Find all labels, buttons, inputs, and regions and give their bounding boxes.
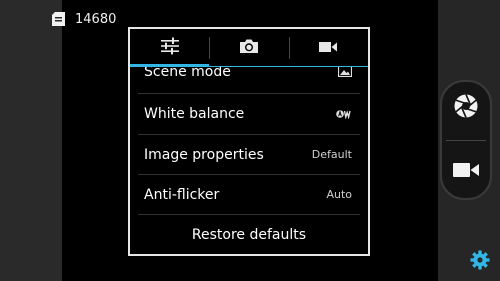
settings-tabs: [130, 29, 368, 67]
tab-general-settings[interactable]: [130, 29, 209, 67]
settings-dialog: Scene mode White balance Image propertie…: [128, 27, 370, 256]
tab-video-settings[interactable]: [288, 29, 368, 67]
setting-label: White balance: [144, 105, 245, 122]
remaining-shots-count: 14680: [75, 11, 117, 27]
restore-defaults-button[interactable]: Restore defaults: [130, 217, 368, 253]
video-record-icon: [452, 161, 480, 183]
setting-label: Anti-flicker: [144, 186, 220, 203]
setting-anti-flicker[interactable]: Anti-flicker Auto: [130, 175, 368, 214]
storage-indicator: 14680: [52, 10, 116, 28]
setting-label: Scene mode: [144, 67, 231, 80]
setting-image-properties[interactable]: Image properties Default: [130, 135, 368, 174]
sliders-icon: [160, 37, 180, 59]
left-bar: [0, 0, 62, 281]
sd-card-icon: [52, 12, 65, 26]
setting-white-balance[interactable]: White balance: [130, 94, 368, 133]
scene-landscape-icon: [337, 67, 353, 81]
setting-scene-mode[interactable]: Scene mode: [130, 67, 368, 91]
auto-white-balance-icon: [336, 104, 352, 123]
setting-value: Auto: [326, 188, 352, 201]
shutter-button[interactable]: [444, 86, 488, 130]
video-camera-icon: [318, 39, 338, 58]
record-video-button[interactable]: [444, 150, 488, 194]
gear-icon[interactable]: [470, 250, 490, 270]
capture-divider: [446, 140, 486, 141]
divider: [138, 214, 360, 215]
shutter-aperture-icon: [453, 93, 479, 123]
setting-label: Image properties: [144, 146, 264, 163]
settings-list: Scene mode White balance Image propertie…: [130, 67, 368, 254]
setting-value: Default: [311, 148, 352, 161]
camera-icon: [239, 38, 259, 58]
tab-camera-settings[interactable]: [209, 29, 288, 67]
